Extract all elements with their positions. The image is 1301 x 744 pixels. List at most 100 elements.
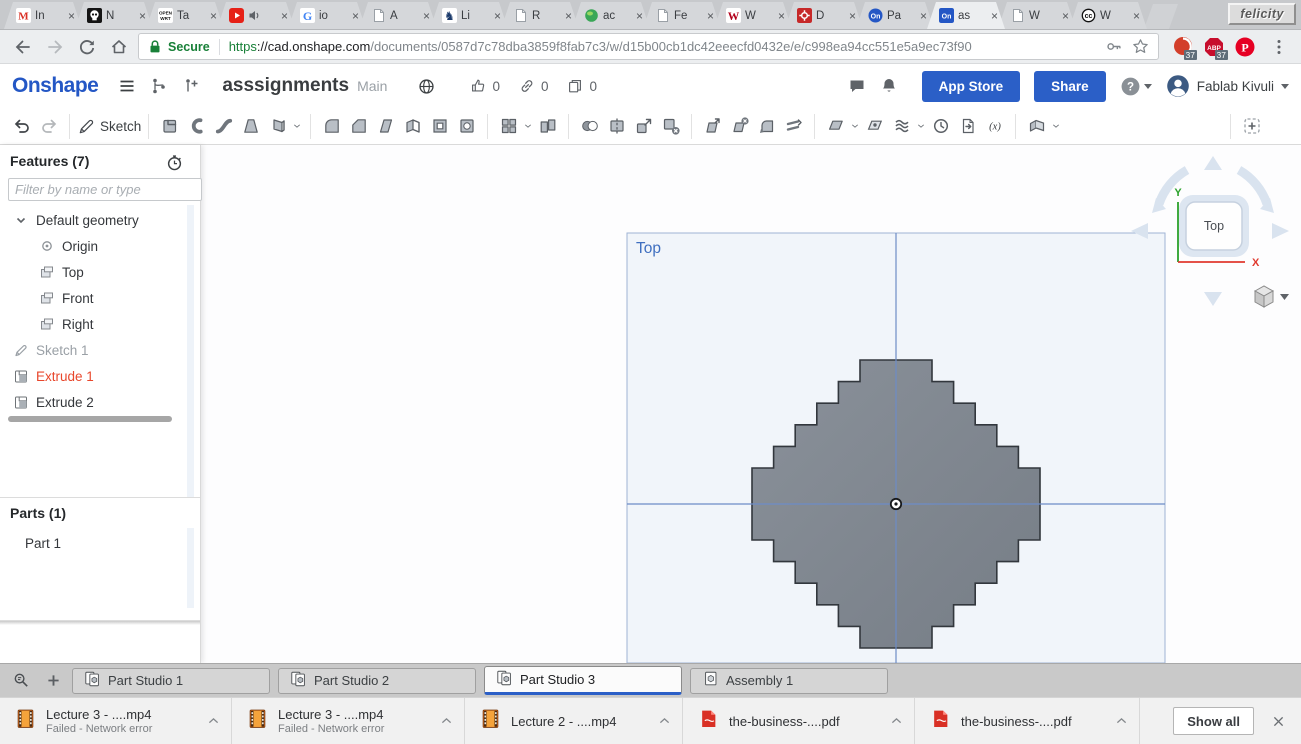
shell-tool-button[interactable]: [426, 112, 453, 140]
browser-tab-11[interactable]: W W ×: [714, 2, 792, 29]
helix-tool-button[interactable]: [888, 112, 915, 140]
download-menu-chevron-icon[interactable]: [203, 711, 223, 731]
browser-tab-10[interactable]: Fe ×: [643, 2, 721, 29]
new-tab-button[interactable]: [1144, 4, 1178, 29]
loft-tool-button[interactable]: [237, 112, 264, 140]
isometric-cube-icon[interactable]: [1253, 285, 1275, 308]
url-omnibox[interactable]: Secure https://cad.onshape.com/documents…: [138, 33, 1159, 60]
redo-tool-button[interactable]: [35, 112, 62, 140]
tab-close-icon[interactable]: ×: [350, 9, 361, 23]
browser-tab-7[interactable]: ♞ Li ×: [430, 2, 508, 29]
browser-tab-3[interactable]: OPEN WRT Ta ×: [146, 2, 224, 29]
rotate-left-arrow[interactable]: [1131, 223, 1148, 239]
download-menu-chevron-icon[interactable]: [654, 711, 674, 731]
download-item-3[interactable]: Lecture 2 - ....mp4: [465, 698, 683, 744]
undo-tool-button[interactable]: [8, 112, 35, 140]
rotate-down-arrow[interactable]: [1204, 292, 1222, 306]
replace-face-tool-button[interactable]: [780, 112, 807, 140]
extension-adblock-icon[interactable]: ABP 37: [1203, 36, 1228, 60]
download-menu-chevron-icon[interactable]: [436, 711, 456, 731]
rib-tool-button[interactable]: [399, 112, 426, 140]
revolve-tool-button[interactable]: [183, 112, 210, 140]
tab-close-icon[interactable]: ×: [847, 9, 858, 23]
mirror-tool-button[interactable]: [534, 112, 561, 140]
parts-scrollbar[interactable]: [187, 528, 194, 608]
visibility-globe-icon[interactable]: [417, 77, 441, 96]
browser-tab-1[interactable]: M In ×: [4, 2, 82, 29]
studio-tab-part-studio-1[interactable]: Part Studio 1: [72, 667, 270, 694]
sheet-metal-dropdown-chevron-icon[interactable]: [1050, 112, 1062, 140]
browser-tab-14[interactable]: On as ×: [927, 2, 1005, 29]
tab-close-icon[interactable]: ×: [634, 9, 645, 23]
share-button[interactable]: Share: [1034, 70, 1106, 102]
linear-pattern-tool-button[interactable]: [495, 112, 522, 140]
tab-close-icon[interactable]: ×: [1131, 9, 1142, 23]
versions-icon[interactable]: [146, 73, 172, 99]
tab-close-icon[interactable]: ×: [137, 9, 148, 23]
branch-icon[interactable]: [178, 73, 204, 99]
download-item-4[interactable]: the-business-....pdf: [683, 698, 915, 744]
derived-tool-button[interactable]: [954, 112, 981, 140]
tab-close-icon[interactable]: ×: [1060, 9, 1071, 23]
app-store-button[interactable]: App Store: [921, 70, 1021, 102]
download-item-2[interactable]: Lecture 3 - ....mp4 Failed - Network erro…: [232, 698, 465, 744]
tab-close-icon[interactable]: ×: [989, 9, 1000, 23]
download-menu-chevron-icon[interactable]: [886, 711, 906, 731]
split-tool-button[interactable]: [603, 112, 630, 140]
home-button[interactable]: [106, 34, 131, 59]
comments-icon[interactable]: [844, 73, 870, 99]
tab-audio-icon[interactable]: [248, 9, 261, 22]
notifications-bell-icon[interactable]: [876, 73, 902, 99]
regenerate-stopwatch-icon[interactable]: [165, 153, 184, 177]
forward-button[interactable]: [42, 34, 67, 59]
tab-close-icon[interactable]: ×: [492, 9, 503, 23]
feature-tree-item-sketch-1[interactable]: Sketch 1: [0, 337, 198, 363]
document-title[interactable]: asssignments: [222, 75, 349, 97]
onshape-logo[interactable]: Onshape: [12, 74, 99, 98]
variable-tool-button[interactable]: (x): [981, 112, 1008, 140]
close-downloads-icon[interactable]: [1267, 710, 1289, 732]
feature-tree-item-default-geometry[interactable]: Default geometry: [0, 207, 198, 233]
thicken-dropdown-chevron-icon[interactable]: [291, 112, 303, 140]
browser-tab-4[interactable]: ×: [217, 2, 295, 29]
sheet-metal-tool-button[interactable]: [1023, 112, 1050, 140]
reload-button[interactable]: [74, 34, 99, 59]
thicken-tool-button[interactable]: [264, 112, 291, 140]
studio-tab-part-studio-3[interactable]: Part Studio 3: [484, 666, 682, 695]
download-item-5[interactable]: the-business-....pdf: [915, 698, 1140, 744]
tab-close-icon[interactable]: ×: [208, 9, 219, 23]
download-item-1[interactable]: Lecture 3 - ....mp4 Failed - Network erro…: [0, 698, 232, 744]
rotate-ccw-arrow[interactable]: [1154, 166, 1190, 206]
tab-close-icon[interactable]: ×: [66, 9, 77, 23]
tab-search-icon[interactable]: [8, 668, 34, 694]
rotate-up-arrow[interactable]: [1204, 156, 1222, 170]
sketch-tool-button[interactable]: Sketch: [77, 112, 141, 140]
update-features-tool-button[interactable]: [927, 112, 954, 140]
back-button[interactable]: [10, 34, 35, 59]
extrude-tool-button[interactable]: [156, 112, 183, 140]
likes-count[interactable]: 0: [469, 77, 500, 95]
workspace-name[interactable]: Main: [357, 78, 387, 94]
password-key-icon[interactable]: [1103, 36, 1125, 58]
tab-close-icon[interactable]: ×: [776, 9, 787, 23]
main-menu-icon[interactable]: [114, 73, 140, 99]
plane-tool-button[interactable]: [822, 112, 849, 140]
delete-face-tool-button[interactable]: [726, 112, 753, 140]
sweep-tool-button[interactable]: [210, 112, 237, 140]
move-face-tool-button[interactable]: [699, 112, 726, 140]
linear-pattern-dropdown-chevron-icon[interactable]: [522, 112, 534, 140]
links-count[interactable]: 0: [518, 77, 548, 95]
fillet-tool-button[interactable]: [318, 112, 345, 140]
browser-tab-15[interactable]: W ×: [998, 2, 1076, 29]
view-cube[interactable]: Top Y X: [1125, 150, 1295, 310]
mate-connector-tool-button[interactable]: [861, 112, 888, 140]
tab-close-icon[interactable]: ×: [705, 9, 716, 23]
helix-dropdown-chevron-icon[interactable]: [915, 112, 927, 140]
tab-close-icon[interactable]: ×: [918, 9, 929, 23]
draft-tool-button[interactable]: [372, 112, 399, 140]
help-menu[interactable]: ?: [1120, 76, 1152, 97]
feature-filter-input[interactable]: [8, 178, 202, 201]
rotate-right-arrow[interactable]: [1272, 223, 1289, 239]
tab-close-icon[interactable]: ×: [563, 9, 574, 23]
browser-tab-2[interactable]: N ×: [75, 2, 153, 29]
